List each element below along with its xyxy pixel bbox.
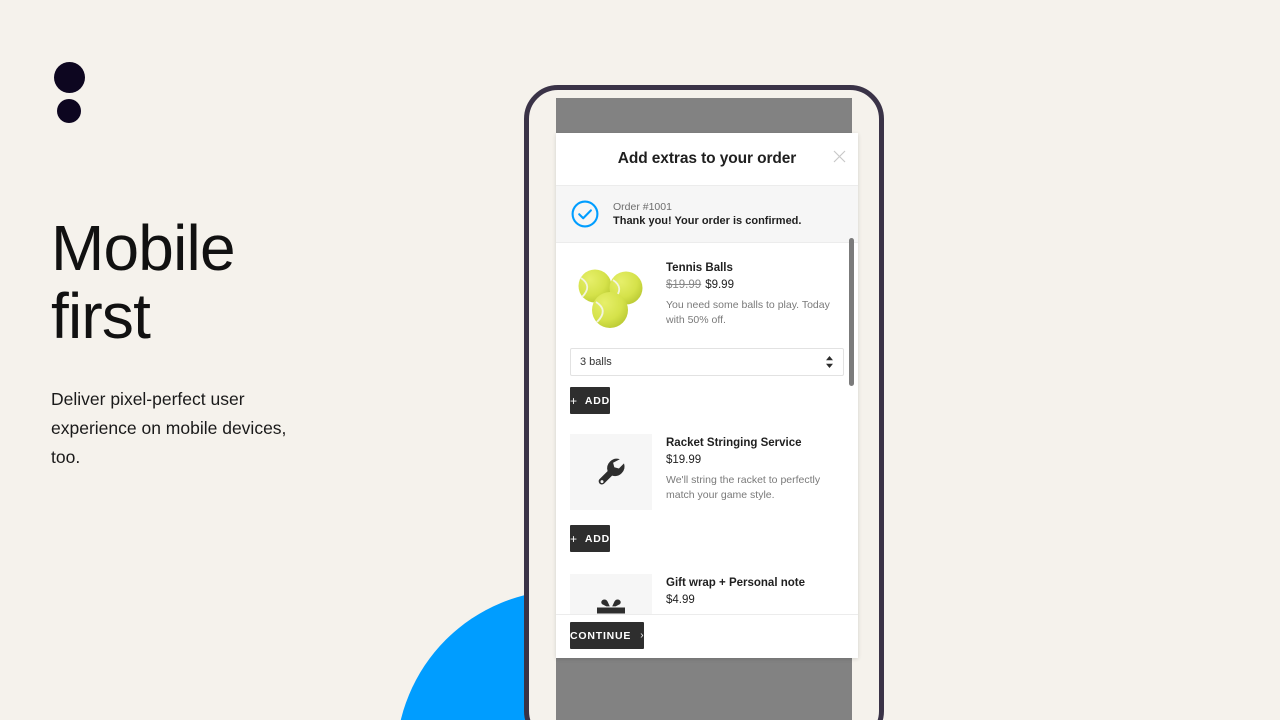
page-subtext: Deliver pixel-perfect user experience on… [51, 389, 287, 467]
product-info: Racket Stringing Service $19.99 We'll st… [666, 434, 844, 510]
product-info: Gift wrap + Personal note $4.99 [666, 574, 844, 614]
quantity-select[interactable]: 3 balls [570, 348, 844, 376]
add-extras-modal: Add extras to your order Order #1001 Tha… [556, 133, 858, 658]
two-dot-logo [51, 62, 91, 128]
page-headline: Mobile first [51, 212, 236, 352]
modal-body: Order #1001 Thank you! Your order is con… [556, 185, 858, 614]
add-button[interactable]: + ADD [570, 387, 610, 414]
wrench-icon [570, 434, 652, 510]
order-meta: Order #1001 Thank you! Your order is con… [613, 201, 801, 227]
product-price-original: $19.99 [666, 279, 702, 291]
add-button[interactable]: + ADD [570, 525, 610, 552]
phone-screen: Add extras to your order Order #1001 Tha… [537, 98, 871, 720]
order-confirmation-strip: Order #1001 Thank you! Your order is con… [556, 185, 858, 243]
phone-mockup-frame: Add extras to your order Order #1001 Tha… [524, 85, 884, 720]
product-name: Gift wrap + Personal note [666, 577, 805, 589]
modal-title: Add extras to your order [617, 150, 797, 167]
add-button-label: ADD [584, 394, 610, 407]
scrollbar-thumb[interactable] [849, 238, 854, 386]
close-icon[interactable] [828, 145, 850, 167]
product-info: Tennis Balls $19.99 $9.99 You need some b… [666, 259, 844, 335]
tennis-balls-photo [570, 259, 652, 335]
product-name: Racket Stringing Service [666, 437, 802, 449]
product-price-line: $19.99 $9.99 [666, 279, 844, 291]
product-price-current: $9.99 [705, 279, 734, 291]
product-description: We'll string the racket to perfectly mat… [666, 474, 821, 501]
product-description: You need some balls to play. Today with … [666, 299, 830, 326]
continue-button[interactable]: CONTINUE › [570, 622, 645, 649]
product-row: Tennis Balls $19.99 $9.99 You need some b… [556, 243, 858, 335]
product-name: Tennis Balls [666, 262, 733, 274]
logo-dot-small [57, 99, 81, 123]
product-row: Racket Stringing Service $19.99 We'll st… [556, 414, 858, 510]
order-number: Order #1001 [613, 201, 672, 213]
modal-header: Add extras to your order [556, 133, 858, 185]
chevron-right-icon: › [640, 630, 645, 641]
order-confirmation-text: Thank you! Your order is confirmed. [613, 215, 802, 227]
check-circle-icon [570, 199, 600, 229]
quantity-select-value: 3 balls [580, 356, 612, 368]
logo-dot-large [54, 62, 85, 93]
product-row: Gift wrap + Personal note $4.99 [556, 552, 858, 614]
chevron-updown-icon [825, 356, 834, 369]
product-price-current: $4.99 [666, 594, 695, 606]
plus-icon: + [570, 393, 578, 408]
modal-footer: CONTINUE › [556, 614, 858, 658]
left-content-column: Mobile first Deliver pixel-perfect user … [51, 0, 471, 720]
plus-icon: + [570, 531, 578, 546]
product-price-current: $19.99 [666, 454, 702, 466]
continue-button-label: CONTINUE [570, 629, 632, 642]
add-button-label: ADD [584, 532, 610, 545]
gift-icon [570, 574, 652, 614]
vertical-scrollbar[interactable] [849, 238, 854, 614]
